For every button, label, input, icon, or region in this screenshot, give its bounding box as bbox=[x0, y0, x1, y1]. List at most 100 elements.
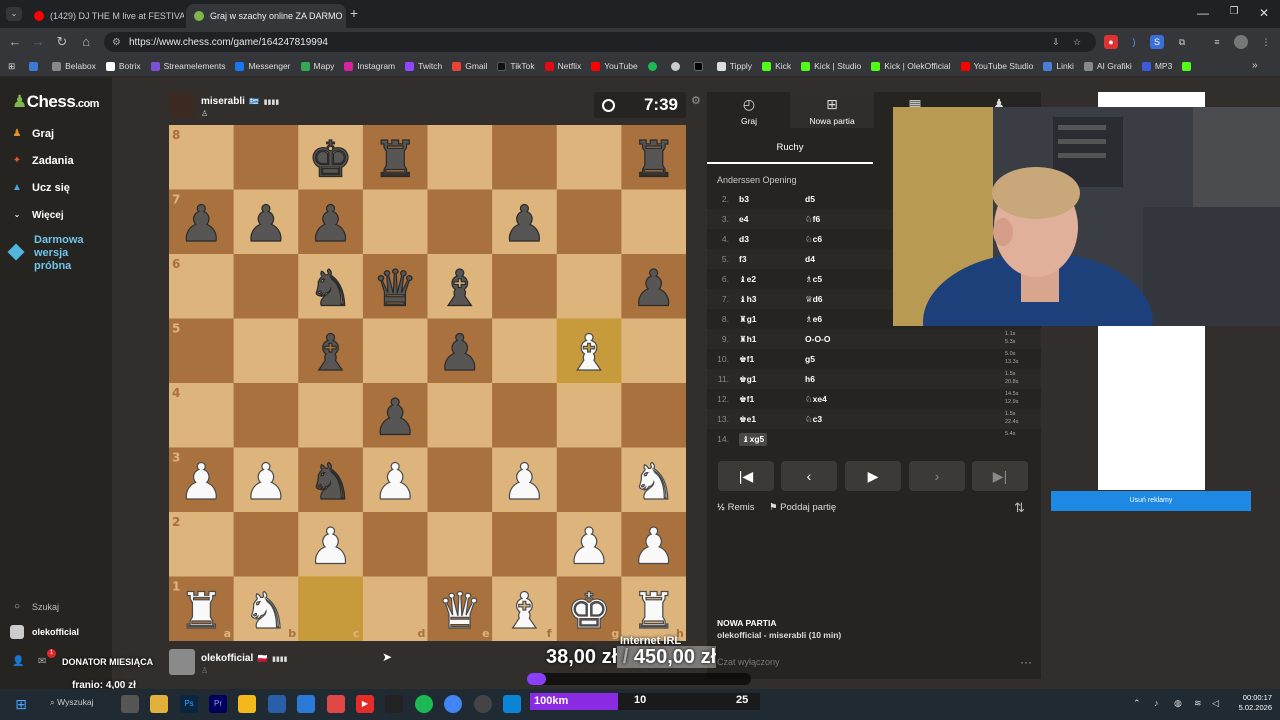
square-d2[interactable] bbox=[362, 512, 428, 577]
site-info-icon[interactable]: ⚙ bbox=[112, 37, 121, 48]
previous-move-button[interactable]: ‹ bbox=[781, 461, 837, 491]
bookmark[interactable]: Streamelements bbox=[150, 61, 225, 71]
white-queen-piece[interactable]: ♛ bbox=[437, 581, 483, 640]
app-icon[interactable] bbox=[385, 695, 403, 713]
bookmark[interactable] bbox=[29, 61, 42, 71]
tab-moves[interactable]: Ruchy bbox=[707, 138, 873, 164]
white-rook-piece[interactable]: ♜ bbox=[178, 581, 224, 640]
black-move[interactable]: d5 bbox=[805, 194, 885, 204]
bookmark-star-icon[interactable]: ☆ bbox=[1070, 35, 1084, 49]
reload-button[interactable]: ↻ bbox=[53, 34, 71, 50]
network-icon[interactable]: ◍ bbox=[1174, 698, 1182, 709]
app-icon[interactable] bbox=[503, 695, 521, 713]
black-knight-piece[interactable]: ♞ bbox=[308, 453, 354, 512]
more-icon[interactable]: ··· bbox=[1020, 655, 1032, 669]
bookmark[interactable] bbox=[693, 61, 707, 71]
bookmark[interactable]: YouTube Studio bbox=[960, 61, 1033, 71]
square-f5[interactable] bbox=[492, 318, 558, 384]
bookmark[interactable]: MP3 bbox=[1141, 61, 1172, 71]
draw-button[interactable]: ½ Remis bbox=[717, 502, 755, 513]
black-pawn-piece[interactable]: ♟ bbox=[178, 195, 224, 254]
square-g6[interactable] bbox=[556, 254, 622, 319]
black-pawn-piece[interactable]: ♟ bbox=[243, 195, 289, 254]
bookmark[interactable]: Gmail bbox=[452, 61, 487, 71]
black-move[interactable]: ♘c6 bbox=[805, 234, 885, 245]
black-bishop-piece[interactable]: ♝ bbox=[437, 259, 483, 318]
first-move-button[interactable]: |◀ bbox=[718, 461, 774, 491]
white-king-piece[interactable]: ♚ bbox=[566, 581, 612, 640]
chess-logo[interactable]: ♟Chess.com bbox=[12, 92, 99, 112]
white-rook-piece[interactable]: ♜ bbox=[631, 581, 677, 640]
flip-board-icon[interactable]: ⇅ bbox=[1014, 500, 1025, 516]
white-move[interactable]: ♚g1 bbox=[739, 374, 805, 385]
menu-icon[interactable]: ⋮ bbox=[1259, 35, 1273, 49]
bookmark[interactable]: Mapy bbox=[300, 61, 334, 71]
white-bishop-piece[interactable]: ♝ bbox=[566, 324, 612, 383]
bookmark[interactable] bbox=[647, 61, 661, 71]
chevron-up-icon[interactable]: ⌃ bbox=[1133, 698, 1141, 709]
friends-icon[interactable]: 👤 bbox=[12, 656, 24, 667]
white-pawn-piece[interactable]: ♟ bbox=[372, 453, 418, 512]
bookmark[interactable]: Twitch bbox=[405, 61, 442, 71]
black-move[interactable]: ♗e6 bbox=[805, 314, 885, 325]
player-name[interactable]: olekofficial bbox=[201, 653, 253, 664]
media-icon[interactable]: ≡ bbox=[1210, 35, 1224, 49]
bookmark[interactable]: TikTok bbox=[497, 61, 535, 71]
black-move[interactable]: h6 bbox=[805, 374, 885, 384]
sidebar-item-learn[interactable]: ▲ Ucz się bbox=[10, 181, 70, 195]
white-move[interactable]: ♜h1 bbox=[739, 334, 805, 345]
system-clock[interactable]: 00:00:17 5.02.2026 bbox=[1228, 693, 1272, 713]
white-pawn-piece[interactable]: ♟ bbox=[243, 453, 289, 512]
bookmark[interactable]: Linki bbox=[1043, 61, 1074, 71]
bookmark[interactable]: Botrix bbox=[105, 61, 141, 71]
square-h5[interactable] bbox=[621, 318, 686, 384]
bookmark[interactable]: Kick | OlekOfficial bbox=[871, 61, 951, 71]
sidebar-item-puzzles[interactable]: ✦ Zadania bbox=[10, 154, 74, 168]
black-move[interactable]: ♘c3 bbox=[805, 414, 885, 425]
windows-start-icon[interactable]: ⊞ bbox=[12, 695, 30, 713]
square-g3[interactable] bbox=[556, 447, 622, 513]
white-move[interactable]: ♝h3 bbox=[739, 294, 805, 305]
square-d5[interactable] bbox=[362, 318, 428, 384]
extension-icon[interactable]: ● bbox=[1104, 35, 1118, 49]
install-icon[interactable]: ⇩ bbox=[1049, 35, 1063, 49]
chat-input[interactable]: Czat wyłączony bbox=[717, 657, 780, 667]
microphone-icon[interactable]: ♪ bbox=[1154, 698, 1159, 708]
square-b8[interactable] bbox=[233, 125, 299, 190]
sidebar-user[interactable]: olekofficial bbox=[10, 625, 79, 639]
square-f6[interactable] bbox=[492, 254, 558, 319]
calculator-icon[interactable] bbox=[268, 695, 286, 713]
square-b4[interactable] bbox=[233, 383, 299, 448]
bookmark[interactable]: Instagram bbox=[344, 61, 395, 71]
taskbar-search[interactable]: ⌕ Wyszukaj bbox=[50, 697, 93, 708]
ad-banner[interactable] bbox=[1098, 326, 1205, 490]
square-h7[interactable] bbox=[621, 189, 686, 255]
avatar[interactable] bbox=[169, 91, 195, 118]
obs-icon[interactable] bbox=[474, 695, 492, 713]
last-move-button[interactable]: ▶| bbox=[972, 461, 1028, 491]
white-move[interactable]: ♝e2 bbox=[739, 274, 805, 285]
premiere-icon[interactable]: Pr bbox=[209, 695, 227, 713]
white-move[interactable]: f3 bbox=[739, 254, 805, 264]
back-button[interactable]: ← bbox=[6, 34, 24, 49]
wifi-icon[interactable]: ≋ bbox=[1194, 698, 1202, 709]
bookmark[interactable]: Kick | Studio bbox=[801, 61, 861, 71]
black-move[interactable]: O-O-O bbox=[805, 334, 885, 344]
close-window-button[interactable]: ✕ bbox=[1254, 6, 1274, 20]
white-pawn-piece[interactable]: ♟ bbox=[308, 517, 354, 576]
white-move[interactable]: b3 bbox=[739, 194, 805, 204]
square-g8[interactable] bbox=[556, 125, 622, 190]
white-move[interactable]: ♜g1 bbox=[739, 314, 805, 325]
task-view-icon[interactable] bbox=[121, 695, 139, 713]
opening-name[interactable]: Anderssen Opening bbox=[717, 175, 797, 185]
square-e3[interactable] bbox=[427, 447, 493, 513]
white-move[interactable]: ♝xg5 bbox=[739, 432, 768, 446]
tab-search-button[interactable]: ⌄ bbox=[6, 7, 22, 21]
square-e4[interactable] bbox=[427, 383, 493, 448]
black-rook-piece[interactable]: ♜ bbox=[631, 130, 677, 189]
square-b5[interactable] bbox=[233, 318, 299, 384]
black-bishop-piece[interactable]: ♝ bbox=[308, 324, 354, 383]
more-bookmarks-icon[interactable]: » bbox=[1252, 60, 1258, 71]
address-bar[interactable]: ⚙ https://www.chess.com/game/16424781999… bbox=[104, 32, 1096, 52]
extension-icon[interactable]: ) bbox=[1127, 35, 1141, 49]
